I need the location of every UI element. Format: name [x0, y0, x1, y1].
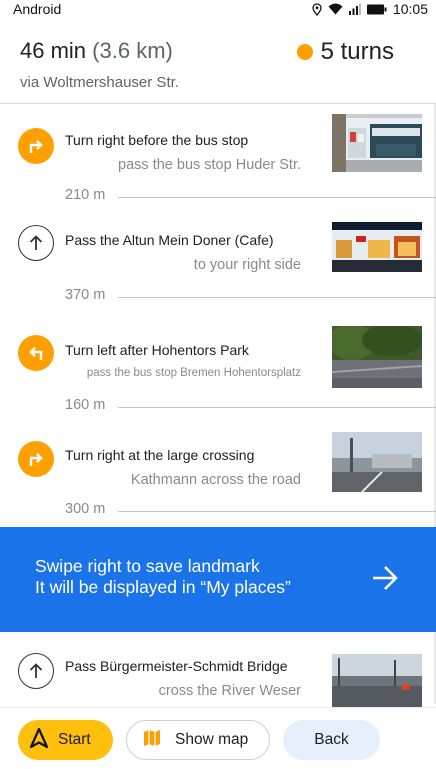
location-icon	[312, 2, 322, 16]
step-hint: to your right side	[193, 257, 301, 273]
landmark-photo[interactable]	[332, 114, 422, 172]
show-map-button[interactable]: Show map	[126, 720, 270, 760]
distance-value: (3.6 km)	[92, 38, 173, 63]
start-label: Start	[58, 731, 91, 748]
landmark-photo[interactable]	[332, 654, 422, 707]
distance-row: 300 m	[65, 501, 436, 521]
landmark-photo[interactable]	[332, 326, 422, 388]
step-hint: cross the River Weser	[158, 683, 301, 699]
start-button[interactable]: Start	[18, 720, 113, 760]
route-duration: 46 min (3.6 km)	[20, 38, 173, 64]
step-title: Pass the Altun Mein Doner (Cafe)	[65, 232, 274, 248]
status-icons: 10:05	[312, 1, 428, 17]
status-os-label: Android	[13, 1, 62, 17]
step-hint: Kathmann across the road	[130, 472, 301, 488]
direction-step[interactable]: Turn right at the large crossing Kathman…	[0, 419, 436, 504]
direction-step[interactable]: Pass the Altun Mein Doner (Cafe) to your…	[0, 209, 436, 289]
distance-row: 370 m	[65, 287, 436, 307]
turn-right-icon	[18, 128, 54, 164]
direction-step[interactable]: Pass Bürgermeister-Schmidt Bridge cross …	[0, 632, 436, 707]
signal-icon	[348, 3, 361, 15]
show-map-label: Show map	[175, 731, 249, 748]
direction-step[interactable]: Turn left after Hohentors Park pass the …	[0, 309, 436, 399]
turn-dot-icon	[296, 44, 313, 60]
bottom-action-bar: Start Show map Back	[0, 707, 436, 769]
distance-label: 370 m	[65, 287, 106, 303]
distance-label: 300 m	[65, 501, 106, 517]
status-time: 10:05	[392, 1, 428, 17]
distance-row: 160 m	[65, 397, 436, 417]
route-via: via Woltmershauser Str.	[20, 74, 179, 91]
back-button[interactable]: Back	[283, 720, 380, 760]
landmark-photo[interactable]	[332, 222, 422, 272]
landmark-photo[interactable]	[332, 432, 422, 492]
step-title: Turn right at the large crossing	[65, 447, 255, 463]
turns-label: 5 turns	[320, 38, 394, 65]
distance-divider	[118, 511, 436, 512]
step-hint: pass the bus stop Bremen Hohentorsplatz	[86, 367, 301, 379]
battery-icon	[366, 4, 387, 15]
step-hint: pass the bus stop Huder Str.	[118, 157, 301, 173]
distance-divider	[118, 297, 436, 298]
banner-text-1: Swipe right to save landmark	[35, 556, 260, 576]
duration-value: 46 min	[20, 38, 87, 63]
banner-text-2: It will be displayed in “My places”	[35, 577, 291, 597]
step-title: Turn right before the bus stop	[65, 132, 249, 148]
navigation-icon	[29, 727, 49, 753]
arrow-right-icon[interactable]	[371, 565, 399, 596]
distance-label: 160 m	[65, 397, 106, 413]
turn-right-icon	[18, 441, 54, 477]
straight-arrow-icon	[18, 653, 54, 689]
back-label: Back	[314, 731, 349, 748]
distance-divider	[118, 197, 436, 198]
step-title: Turn left after Hohentors Park	[65, 342, 249, 358]
distance-divider	[118, 407, 436, 408]
distance-label: 210 m	[65, 187, 106, 203]
map-icon	[143, 729, 161, 752]
distance-row: 210 m	[65, 187, 436, 207]
straight-arrow-icon	[18, 225, 54, 261]
turns-count: 5 turns	[296, 38, 394, 66]
turn-left-icon	[18, 335, 54, 371]
save-landmark-banner[interactable]: Swipe right to save landmark It will be …	[0, 527, 436, 632]
wifi-icon	[328, 3, 343, 15]
step-title: Pass Bürgermeister-Schmidt Bridge	[65, 658, 288, 674]
route-summary: 46 min (3.6 km) via Woltmershauser Str. …	[0, 18, 436, 104]
status-bar: Android 10:05	[0, 0, 436, 18]
